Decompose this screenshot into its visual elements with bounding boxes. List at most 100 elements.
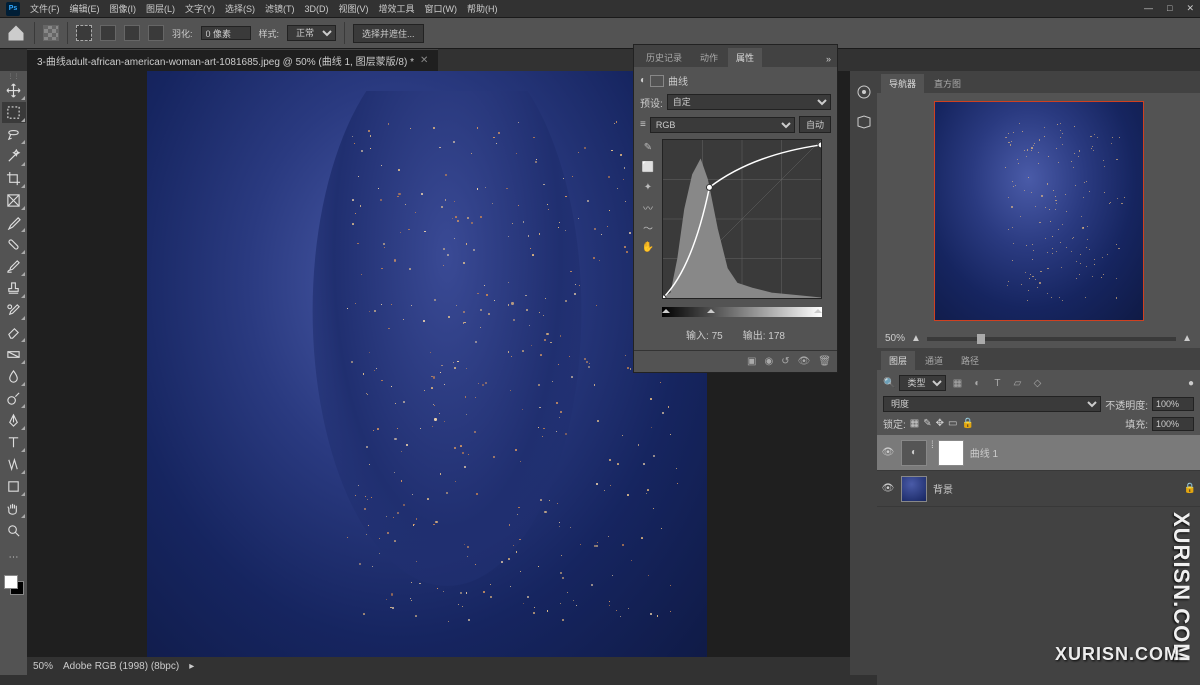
input-value[interactable]: 75 <box>712 331 723 342</box>
hand-tool-icon[interactable]: ✋ <box>640 239 656 255</box>
filter-image-icon[interactable]: ▦ <box>950 376 964 390</box>
menu-plugins[interactable]: 增效工具 <box>379 2 415 15</box>
point-tool[interactable]: ✦ <box>640 179 656 195</box>
sel-int[interactable] <box>148 25 164 41</box>
move-tool[interactable] <box>2 80 26 101</box>
tool-preset[interactable] <box>43 25 59 41</box>
sample-tool[interactable]: ✎ <box>640 139 656 155</box>
gradient-tool[interactable] <box>2 344 26 365</box>
maximize-icon[interactable]: □ <box>1167 3 1172 14</box>
eraser-tool[interactable] <box>2 322 26 343</box>
tab-actions[interactable]: 动作 <box>692 48 726 67</box>
filter-type-icon[interactable]: T <box>990 376 1004 390</box>
curves-graph[interactable] <box>662 139 822 299</box>
eyedropper-tool[interactable] <box>2 212 26 233</box>
delete-icon[interactable]: 🗑 <box>818 356 831 367</box>
select-mask-button[interactable]: 选择并遮住... <box>353 24 424 43</box>
tab-layers[interactable]: 图层 <box>881 351 915 370</box>
channel-select[interactable]: RGB <box>650 117 795 133</box>
layer-curves[interactable]: 👁 ◐⁞ 曲线 1 <box>877 435 1200 471</box>
fill-input[interactable] <box>1152 417 1194 431</box>
history-brush-tool[interactable] <box>2 300 26 321</box>
wand-tool[interactable] <box>2 146 26 167</box>
menu-layer[interactable]: 图层(L) <box>146 2 175 15</box>
menu-help[interactable]: 帮助(H) <box>467 2 498 15</box>
sel-sub[interactable] <box>124 25 140 41</box>
layer-filter-select[interactable]: 类型 <box>899 375 946 391</box>
home-button[interactable] <box>6 23 26 43</box>
zoom-tool[interactable] <box>2 520 26 541</box>
menu-type[interactable]: 文字(Y) <box>185 2 215 15</box>
style-select[interactable]: 正常 <box>287 25 336 41</box>
color-swatches[interactable] <box>4 575 24 595</box>
tab-properties[interactable]: 属性 <box>728 48 762 67</box>
menu-filter[interactable]: 滤镜(T) <box>265 2 295 15</box>
close-icon[interactable]: ✕ <box>1186 3 1194 14</box>
tab-close-icon[interactable]: ✕ <box>420 55 428 66</box>
nav-zoom-value[interactable]: 50% <box>885 333 905 344</box>
layer-name[interactable]: 曲线 1 <box>970 445 998 460</box>
filter-toggle[interactable]: ● <box>1188 378 1194 389</box>
sel-add[interactable] <box>100 25 116 41</box>
type-tool[interactable] <box>2 432 26 453</box>
document-tab[interactable]: 3-曲线adult-african-american-woman-art-108… <box>27 49 438 71</box>
layer-background[interactable]: 👁 背景 🔒 <box>877 471 1200 507</box>
shape-tool[interactable] <box>2 476 26 497</box>
view-prev-icon[interactable]: ◉ <box>764 356 773 367</box>
tab-paths[interactable]: 路径 <box>953 351 987 370</box>
pen-tool[interactable] <box>2 410 26 431</box>
hand-tool[interactable] <box>2 498 26 519</box>
lock-icon[interactable]: 🔒 <box>1184 483 1196 494</box>
filter-smart-icon[interactable]: ◇ <box>1030 376 1044 390</box>
clip-icon[interactable]: ▣ <box>747 356 756 367</box>
reset-icon[interactable]: ↺ <box>781 356 789 367</box>
input-gradient[interactable] <box>662 307 822 317</box>
mask-thumbnail[interactable] <box>938 440 964 466</box>
visibility-icon[interactable]: 👁 <box>881 447 895 458</box>
menu-window[interactable]: 窗口(W) <box>425 2 458 15</box>
visibility-icon[interactable]: 👁 <box>881 483 895 494</box>
layer-name[interactable]: 背景 <box>933 481 953 496</box>
tab-histogram[interactable]: 直方图 <box>926 74 969 93</box>
edit-toolbar[interactable]: ⋯ <box>2 547 26 568</box>
lock-trans-icon[interactable]: ▦ <box>910 418 919 429</box>
auto-button[interactable]: 自动 <box>799 116 831 133</box>
swatches-panel-icon[interactable] <box>850 107 877 137</box>
pencil-tool[interactable]: 〰 <box>640 199 656 215</box>
status-zoom[interactable]: 50% <box>33 661 53 672</box>
path-tool[interactable] <box>2 454 26 475</box>
lasso-tool[interactable] <box>2 124 26 145</box>
stamp-tool[interactable] <box>2 278 26 299</box>
blend-mode-select[interactable]: 明度 <box>883 396 1101 412</box>
lock-paint-icon[interactable]: ✎ <box>923 418 931 429</box>
crop-tool[interactable] <box>2 168 26 189</box>
zoom-out-icon[interactable]: ▲ <box>911 333 921 344</box>
zoom-in-icon[interactable]: ▲ <box>1182 333 1192 344</box>
menu-image[interactable]: 图像(I) <box>110 2 137 15</box>
toggle-vis-icon[interactable]: 👁 <box>798 356 811 367</box>
filter-shape-icon[interactable]: ▱ <box>1010 376 1024 390</box>
menu-file[interactable]: 文件(F) <box>30 2 60 15</box>
smooth-tool[interactable]: 〜 <box>640 219 656 235</box>
sel-new[interactable] <box>76 25 92 41</box>
tab-channels[interactable]: 通道 <box>917 351 951 370</box>
heal-tool[interactable] <box>2 234 26 255</box>
tab-history[interactable]: 历史记录 <box>638 48 690 67</box>
dodge-tool[interactable] <box>2 388 26 409</box>
status-chevron-icon[interactable]: ▸ <box>189 661 194 672</box>
lock-art-icon[interactable]: ▭ <box>948 418 957 429</box>
layer-thumbnail[interactable] <box>901 476 927 502</box>
feather-input[interactable] <box>201 26 251 40</box>
marquee-tool[interactable] <box>2 102 26 123</box>
color-panel-icon[interactable] <box>850 77 877 107</box>
zoom-slider[interactable] <box>927 337 1176 341</box>
tab-navigator[interactable]: 导航器 <box>881 74 924 93</box>
lock-pos-icon[interactable]: ✥ <box>936 418 944 429</box>
sample-white[interactable]: ⬜ <box>640 159 656 175</box>
output-value[interactable]: 178 <box>768 331 785 342</box>
blur-tool[interactable] <box>2 366 26 387</box>
menu-edit[interactable]: 编辑(E) <box>70 2 100 15</box>
lock-all-icon[interactable]: 🔒 <box>961 418 973 429</box>
preset-select[interactable]: 自定 <box>667 94 831 110</box>
minimize-icon[interactable]: — <box>1144 3 1153 14</box>
